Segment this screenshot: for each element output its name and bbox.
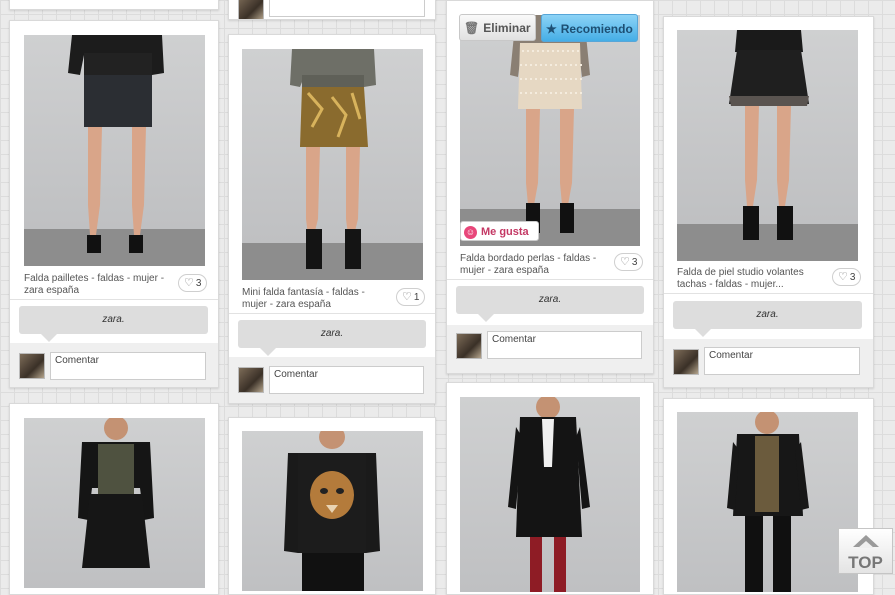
pin-card-partial bbox=[228, 0, 436, 20]
pin-image[interactable] bbox=[460, 15, 640, 246]
delete-button[interactable]: 🗑 Eliminar bbox=[459, 14, 536, 41]
like-count[interactable]: ♡ 1 bbox=[396, 288, 426, 306]
star-icon: ★ bbox=[546, 22, 557, 36]
avatar bbox=[456, 333, 482, 359]
pin-description: Falda bordado perlas - faldas - mujer - … bbox=[460, 253, 597, 276]
pin-image[interactable] bbox=[242, 431, 423, 591]
comment-bubble: zara. bbox=[238, 320, 426, 356]
pin-description: Falda pailletes - faldas - mujer - zara … bbox=[24, 273, 165, 296]
heart-icon: ♡ bbox=[402, 291, 412, 303]
avatar bbox=[19, 353, 45, 379]
pin-image[interactable] bbox=[677, 412, 858, 592]
pin-card[interactable] bbox=[228, 417, 436, 595]
avatar bbox=[238, 367, 264, 393]
pin-image[interactable] bbox=[24, 418, 205, 588]
scroll-to-top-button[interactable]: TOP bbox=[838, 528, 893, 574]
pin-image[interactable] bbox=[677, 30, 858, 261]
heart-icon: ♡ bbox=[838, 271, 848, 283]
comment-input[interactable]: Comentar bbox=[269, 366, 424, 394]
pin-card[interactable]: Falda bordado perlas - faldas - mujer - … bbox=[446, 0, 654, 374]
comment-bubble: zara. bbox=[673, 301, 862, 337]
pin-card[interactable]: Falda de piel studio volantes tachas - f… bbox=[663, 16, 874, 388]
heart-icon: ♡ bbox=[184, 277, 194, 289]
comment-input[interactable] bbox=[269, 0, 425, 17]
recommend-button[interactable]: ★ Recomiendo bbox=[541, 14, 638, 42]
pin-description: Mini falda fantasía - faldas - mujer - z… bbox=[242, 287, 365, 310]
like-count[interactable]: ♡ 3 bbox=[614, 253, 644, 271]
pin-card[interactable]: Mini falda fantasía - faldas - mujer - z… bbox=[228, 34, 436, 404]
pin-image[interactable] bbox=[242, 49, 423, 280]
comment-bubble: zara. bbox=[19, 306, 208, 342]
pin-card[interactable] bbox=[9, 403, 219, 595]
pin-description: Falda de piel studio volantes tachas - f… bbox=[677, 267, 804, 290]
trash-icon: 🗑 bbox=[464, 21, 480, 35]
comment-input[interactable]: Comentar bbox=[704, 347, 860, 375]
avatar bbox=[673, 349, 699, 375]
pin-card[interactable]: Falda pailletes - faldas - mujer - zara … bbox=[9, 20, 219, 388]
pin-image[interactable] bbox=[460, 397, 640, 592]
smile-icon: ☺ bbox=[464, 225, 477, 239]
pin-card-partial bbox=[9, 0, 219, 10]
comment-bubble: zara. bbox=[456, 286, 644, 322]
like-count[interactable]: ♡ 3 bbox=[178, 274, 208, 292]
pin-image[interactable] bbox=[24, 35, 205, 266]
avatar bbox=[238, 0, 264, 19]
comment-input[interactable]: Comentar bbox=[487, 331, 642, 359]
like-button[interactable]: ☺ Me gusta bbox=[460, 221, 539, 241]
heart-icon: ♡ bbox=[620, 256, 630, 268]
like-count[interactable]: ♡ 3 bbox=[832, 268, 862, 286]
pin-card[interactable] bbox=[446, 382, 654, 595]
comment-input[interactable]: Comentar bbox=[50, 352, 206, 380]
